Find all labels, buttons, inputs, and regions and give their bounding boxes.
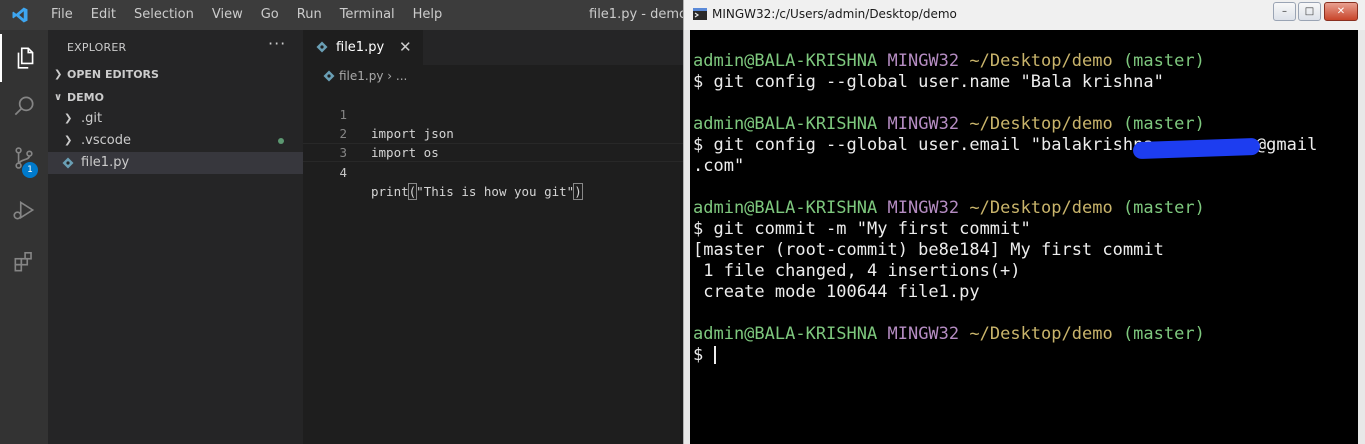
- tab-bar: file1.py ✕: [303, 30, 686, 65]
- open-editors-section[interactable]: ❯ OPEN EDITORS: [48, 64, 303, 86]
- code-line: 3: [303, 124, 686, 160]
- tree-item-vscode[interactable]: ❯ .vscode: [48, 130, 303, 152]
- tab-file1[interactable]: file1.py ✕: [303, 30, 423, 65]
- menu-help[interactable]: Help: [404, 0, 452, 30]
- menu-terminal[interactable]: Terminal: [331, 0, 404, 30]
- command-line: $ git config --global user.name "Bala kr…: [693, 72, 1164, 92]
- open-editors-label: OPEN EDITORS: [67, 68, 159, 81]
- mingw-app-icon: [693, 8, 707, 20]
- minimize-button[interactable]: –: [1273, 2, 1296, 21]
- python-file-icon: [323, 70, 335, 82]
- prompt-line: admin@BALA-KRISHNA MINGW32 ~/Desktop/dem…: [693, 198, 1205, 219]
- code-func: print: [371, 184, 409, 199]
- prompt-branch: (master): [1122, 51, 1205, 71]
- menu-go[interactable]: Go: [252, 0, 288, 30]
- vscode-logo-icon: [12, 7, 28, 23]
- extensions-icon: [14, 251, 32, 272]
- maximize-button[interactable]: □: [1298, 2, 1321, 21]
- mingw-title: MINGW32:/c/Users/admin/Desktop/demo: [712, 7, 957, 21]
- breadcrumb: file1.py › ...: [323, 65, 407, 87]
- prompt-user: admin@BALA-KRISHNA: [693, 324, 878, 344]
- source-control-activity-button[interactable]: 1: [0, 134, 48, 182]
- search-icon: [14, 96, 34, 116]
- prompt-path: ~/Desktop/demo: [969, 198, 1113, 218]
- prompt-line: admin@BALA-KRISHNA MINGW32 ~/Desktop/dem…: [693, 114, 1205, 135]
- activity-bar: 1: [0, 30, 48, 444]
- terminal-output[interactable]: admin@BALA-KRISHNA MINGW32 ~/Desktop/dem…: [690, 30, 1358, 444]
- close-button[interactable]: ✕: [1324, 2, 1358, 21]
- breadcrumb-more[interactable]: › ...: [387, 69, 407, 83]
- output-line: [master (root-commit) be8e184] My first …: [693, 240, 1164, 260]
- code-line: 2 import os: [303, 105, 686, 160]
- tree-item-label: file1.py: [81, 155, 130, 170]
- tree-item-label: .vscode: [81, 133, 131, 148]
- input-line[interactable]: $: [693, 345, 717, 366]
- code-text: print("This is how you git"): [371, 182, 583, 201]
- output-line: create mode 100644 file1.py: [693, 282, 980, 302]
- vscode-window: File Edit Selection View Go Run Terminal…: [0, 0, 686, 444]
- menu-file[interactable]: File: [42, 0, 82, 30]
- explorer-activity-button[interactable]: [0, 34, 48, 82]
- more-actions-icon[interactable]: ···: [268, 34, 286, 53]
- run-debug-icon: [13, 200, 35, 220]
- run-debug-activity-button[interactable]: [0, 186, 48, 234]
- output-line: 1 file changed, 4 insertions(+): [693, 261, 1021, 281]
- prompt-line: admin@BALA-KRISHNA MINGW32 ~/Desktop/dem…: [693, 324, 1205, 345]
- python-file-icon: [62, 157, 74, 169]
- tree-item-label: .git: [81, 111, 103, 126]
- explorer-sidebar: EXPLORER ··· ❯ OPEN EDITORS ∨ DEMO ❯ .gi…: [48, 30, 303, 444]
- demo-folder-section[interactable]: ∨ DEMO: [48, 87, 303, 109]
- tab-label: file1.py: [336, 40, 385, 55]
- prompt-user: admin@BALA-KRISHNA: [693, 198, 878, 218]
- prompt-path: ~/Desktop/demo: [969, 114, 1113, 134]
- prompt-path: ~/Desktop/demo: [969, 324, 1113, 344]
- prompt-branch: (master): [1122, 114, 1205, 134]
- close-icon[interactable]: ✕: [399, 30, 412, 65]
- menu-edit[interactable]: Edit: [82, 0, 125, 30]
- files-icon: [17, 47, 34, 69]
- breadcrumb-file[interactable]: file1.py: [339, 69, 383, 83]
- line-number: 4: [339, 165, 347, 180]
- python-file-icon: [316, 41, 328, 53]
- command-line: $ git commit -m "My first commit": [693, 219, 1031, 239]
- code-string: "This is how you git": [416, 184, 575, 199]
- code-line: 1 import json: [303, 86, 686, 141]
- extensions-activity-button[interactable]: [0, 238, 48, 286]
- window-title: file1.py - demo - V: [589, 7, 686, 22]
- chevron-right-icon: ❯: [64, 135, 73, 146]
- prompt-line: admin@BALA-KRISHNA MINGW32 ~/Desktop/dem…: [693, 51, 1205, 72]
- prompt-system: MINGW32: [887, 198, 960, 218]
- menu-view[interactable]: View: [203, 0, 252, 30]
- mingw-window: MINGW32:/c/Users/admin/Desktop/demo – □ …: [683, 0, 1365, 444]
- prompt-system: MINGW32: [887, 324, 960, 344]
- prompt-system: MINGW32: [887, 51, 960, 71]
- tree-item-file1[interactable]: file1.py: [48, 152, 303, 174]
- modified-dot-icon: [278, 138, 284, 144]
- prompt-user: admin@BALA-KRISHNA: [693, 114, 878, 134]
- menu-bar: File Edit Selection View Go Run Terminal…: [42, 0, 451, 30]
- menu-selection[interactable]: Selection: [125, 0, 203, 30]
- tree-item-git[interactable]: ❯ .git: [48, 108, 303, 130]
- search-activity-button[interactable]: [0, 82, 48, 130]
- chevron-right-icon: ❯: [54, 69, 63, 80]
- prompt-branch: (master): [1122, 198, 1205, 218]
- demo-folder-label: DEMO: [67, 91, 104, 104]
- explorer-title: EXPLORER: [67, 41, 127, 54]
- prompt-symbol: $: [693, 345, 714, 365]
- scm-badge: 1: [22, 162, 38, 178]
- prompt-user: admin@BALA-KRISHNA: [693, 51, 878, 71]
- bracket-close: ): [573, 183, 583, 200]
- text-cursor: [714, 346, 717, 364]
- vscode-titlebar: File Edit Selection View Go Run Terminal…: [0, 0, 686, 30]
- editor-area: file1.py ✕ file1.py › ... 1 import json …: [303, 30, 686, 444]
- prompt-branch: (master): [1122, 324, 1205, 344]
- mingw-titlebar: MINGW32:/c/Users/admin/Desktop/demo – □ …: [684, 0, 1365, 30]
- prompt-system: MINGW32: [887, 114, 960, 134]
- chevron-right-icon: ❯: [64, 113, 73, 124]
- chevron-down-icon: ∨: [54, 92, 63, 103]
- code-line-current: 4 print("This is how you git"): [303, 143, 686, 200]
- command-line-wrap: .com": [693, 156, 745, 176]
- prompt-path: ~/Desktop/demo: [969, 51, 1113, 71]
- menu-run[interactable]: Run: [288, 0, 331, 30]
